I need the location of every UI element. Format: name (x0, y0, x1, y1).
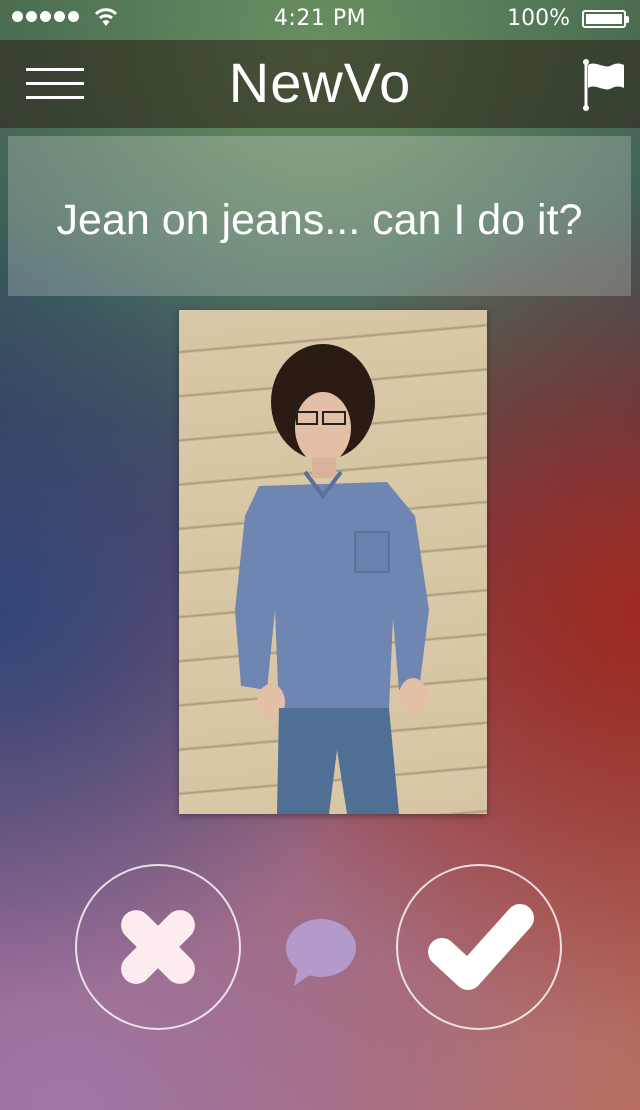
checkmark-icon (428, 904, 534, 990)
question-text: Jean on jeans... can I do it? (56, 196, 583, 244)
reject-button[interactable] (75, 864, 241, 1030)
approve-button[interactable] (396, 864, 562, 1030)
person-illustration (235, 344, 429, 814)
x-icon (121, 910, 195, 984)
battery-percent: 100% (507, 6, 570, 31)
question-card: Jean on jeans... can I do it? (8, 136, 631, 296)
battery-icon (582, 10, 629, 28)
battery-fill (586, 14, 622, 24)
person-photo[interactable] (179, 310, 487, 814)
flag-icon[interactable] (578, 56, 628, 112)
app-title: NewVo (228, 51, 412, 114)
speech-bubble-icon[interactable] (284, 916, 358, 990)
status-bar: 4:21 PM 100% (0, 0, 640, 40)
nav-bar: NewVo (0, 40, 640, 128)
